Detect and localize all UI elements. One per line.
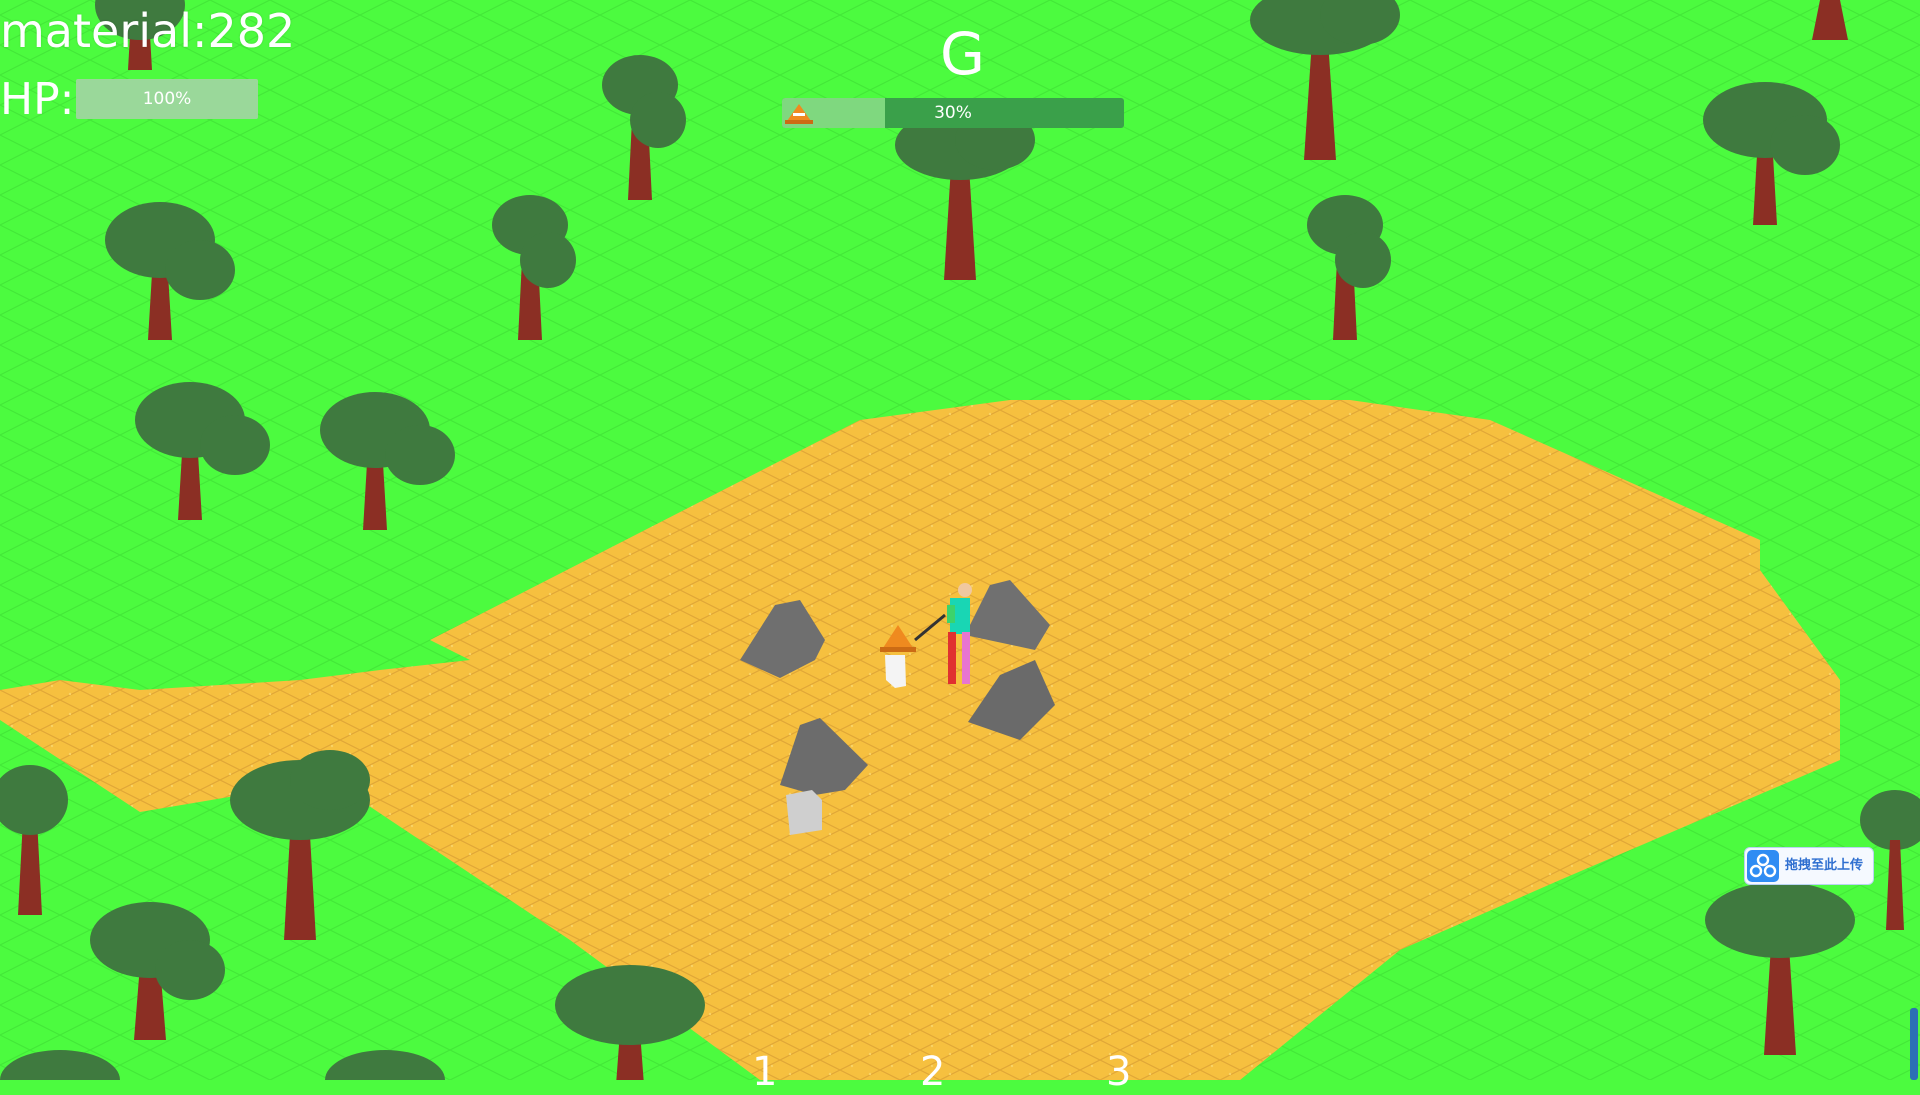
- hotbar-slot-3[interactable]: 3: [1106, 1052, 1131, 1092]
- drag-upload-label: 拖拽至此上传: [1785, 858, 1864, 873]
- build-progress-bar: 30%: [782, 98, 1124, 128]
- hp-bar: 100%: [76, 79, 258, 119]
- hp-percent-text: 100%: [142, 89, 192, 109]
- hp-label: HP:: [0, 74, 75, 125]
- cone-icon: [785, 104, 813, 124]
- scrollbar-handle[interactable]: [1910, 1008, 1918, 1080]
- hotbar-slot-2[interactable]: 2: [920, 1052, 945, 1092]
- stone-block: [786, 790, 822, 835]
- drag-upload-button[interactable]: 拖拽至此上传: [1744, 847, 1874, 885]
- material-counter: material:282: [0, 4, 296, 58]
- build-progress-text: 30%: [934, 103, 972, 123]
- hotbar-slot-1[interactable]: 1: [752, 1052, 777, 1092]
- cloud-share-icon: [1747, 850, 1779, 882]
- game-scene[interactable]: [0, 0, 1920, 1080]
- selected-hotkey-letter: G: [940, 20, 985, 88]
